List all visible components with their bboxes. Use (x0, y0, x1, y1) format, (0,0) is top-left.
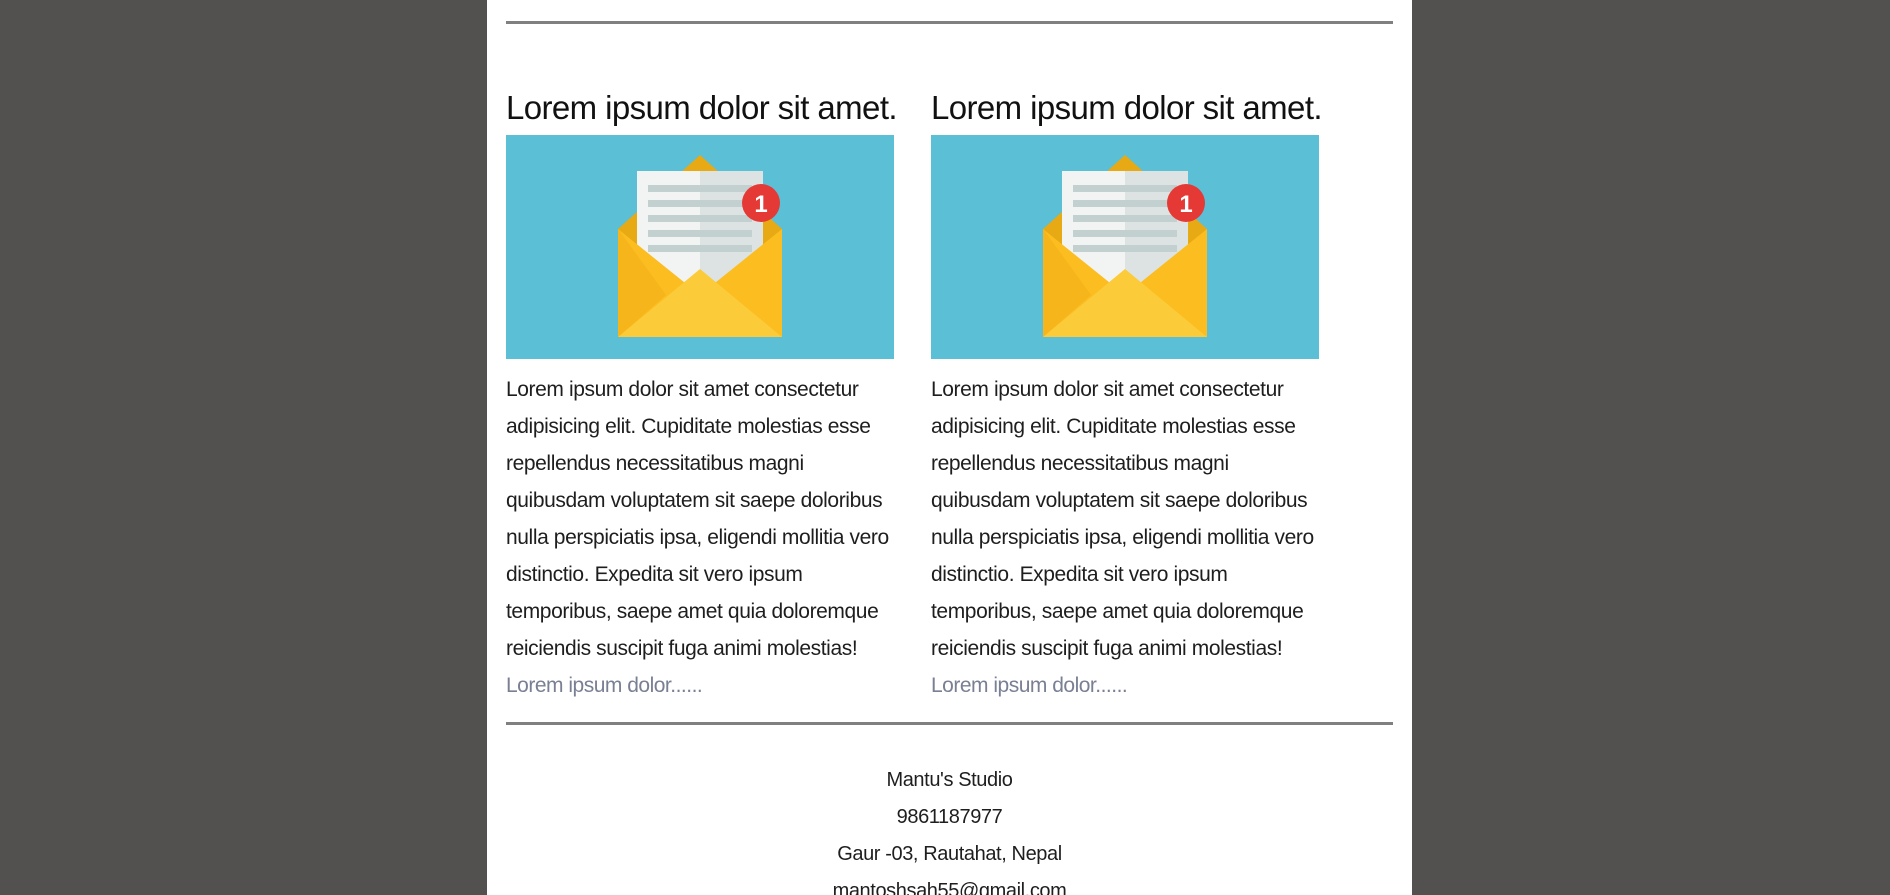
footer-phone: 9861187977 (896, 806, 1003, 828)
mail-envelope-icon: 1 (506, 135, 894, 359)
document-sheet: Lorem ipsum dolor sit amet. 1 Lorem ipsu… (487, 0, 1412, 895)
article-card-1: Lorem ipsum dolor sit amet. 1 Lorem ipsu… (506, 84, 898, 697)
footer: Mantu's Studio 9861187977 Gaur -03, Raut… (487, 762, 1412, 895)
footer-email: mantoshsah55@gmail.com (832, 880, 1067, 895)
read-more-link[interactable]: Lorem ipsum dolor...... (506, 667, 703, 704)
article-title: Lorem ipsum dolor sit amet. (506, 89, 898, 126)
footer-studio-name: Mantu's Studio (886, 769, 1013, 791)
article-image: 1 (506, 135, 894, 359)
notification-badge: 1 (1179, 191, 1192, 218)
read-more-link[interactable]: Lorem ipsum dolor...... (931, 667, 1128, 704)
top-divider (506, 21, 1393, 24)
article-title: Lorem ipsum dolor sit amet. (931, 89, 1323, 126)
mail-envelope-icon: 1 (931, 135, 1319, 359)
footer-address: Gaur -03, Rautahat, Nepal (837, 843, 1062, 865)
article-body: Lorem ipsum dolor sit amet consectetur a… (931, 378, 1314, 660)
article-image: 1 (931, 135, 1319, 359)
bottom-divider (506, 722, 1393, 725)
notification-badge: 1 (754, 191, 767, 218)
article-card-2: Lorem ipsum dolor sit amet. 1 Lorem ipsu… (931, 84, 1323, 697)
article-body: Lorem ipsum dolor sit amet consectetur a… (506, 378, 889, 660)
